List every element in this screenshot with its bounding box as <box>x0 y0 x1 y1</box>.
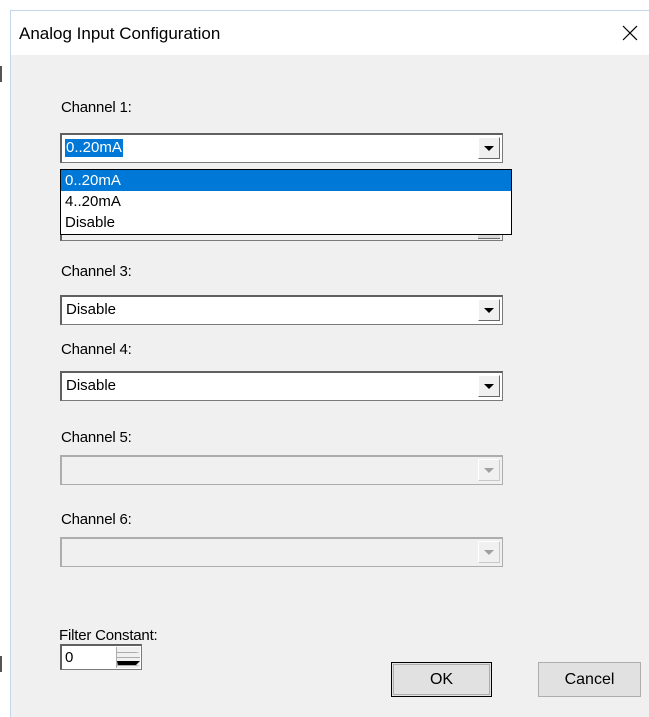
dropdown-option-4-20ma[interactable]: 4..20mA <box>61 191 511 212</box>
background-window-edge <box>0 656 2 672</box>
channel-2-dropdown-button[interactable] <box>478 235 500 239</box>
channel-3-label: Channel 3: <box>61 263 132 280</box>
close-icon <box>622 25 638 41</box>
channel-3-dropdown-button[interactable] <box>478 299 500 321</box>
chevron-down-icon <box>484 383 494 389</box>
channel-1-value: 0..20mA <box>65 139 123 157</box>
channel-4-select[interactable]: Disable <box>60 371 503 401</box>
analog-input-dialog: Analog Input Configuration Channel 1: 0.… <box>10 10 649 717</box>
channel-5-dropdown-button <box>478 459 500 481</box>
channel-1-label: Channel 1: <box>61 99 132 116</box>
channel-1-select[interactable]: 0..20mA <box>60 133 503 163</box>
filter-constant-spinner[interactable]: 0 <box>60 644 142 670</box>
chevron-down-icon <box>484 307 494 313</box>
filter-constant-label: Filter Constant: <box>59 627 158 644</box>
spinner-down-button[interactable] <box>116 658 140 668</box>
ok-button[interactable]: OK <box>391 662 492 697</box>
channel-4-value: Disable <box>66 377 117 394</box>
channel-6-dropdown-button <box>478 541 500 563</box>
background-window-edge <box>0 66 2 82</box>
channel-3-select[interactable]: Disable <box>60 295 503 325</box>
channel-4-dropdown-button[interactable] <box>478 375 500 397</box>
close-button[interactable] <box>614 17 646 49</box>
channel-6-select <box>60 537 503 567</box>
filter-constant-value[interactable]: 0 <box>65 649 73 666</box>
channel-5-select <box>60 455 503 485</box>
chevron-up-icon <box>117 651 140 653</box>
channel-4-label: Channel 4: <box>61 341 132 358</box>
chevron-down-icon <box>484 145 494 151</box>
spinner-up-button[interactable] <box>116 647 140 658</box>
spinner-arrows-icon <box>116 647 140 668</box>
title-bar: Analog Input Configuration <box>11 11 649 55</box>
chevron-down-icon <box>484 467 494 473</box>
dialog-title: Analog Input Configuration <box>19 24 221 43</box>
chevron-down-icon <box>117 660 140 666</box>
channel-6-label: Channel 6: <box>61 511 132 528</box>
chevron-down-icon <box>484 549 494 555</box>
channel-1-dropdown-button[interactable] <box>478 137 500 159</box>
dropdown-option-disable[interactable]: Disable <box>61 212 511 233</box>
dropdown-option-0-20ma[interactable]: 0..20mA <box>61 170 511 191</box>
channel-5-label: Channel 5: <box>61 429 132 446</box>
cancel-button[interactable]: Cancel <box>538 662 641 697</box>
channel-1-dropdown-list: 0..20mA 4..20mA Disable <box>60 169 512 235</box>
channel-2-select[interactable] <box>60 235 503 241</box>
channel-3-value: Disable <box>66 301 117 318</box>
